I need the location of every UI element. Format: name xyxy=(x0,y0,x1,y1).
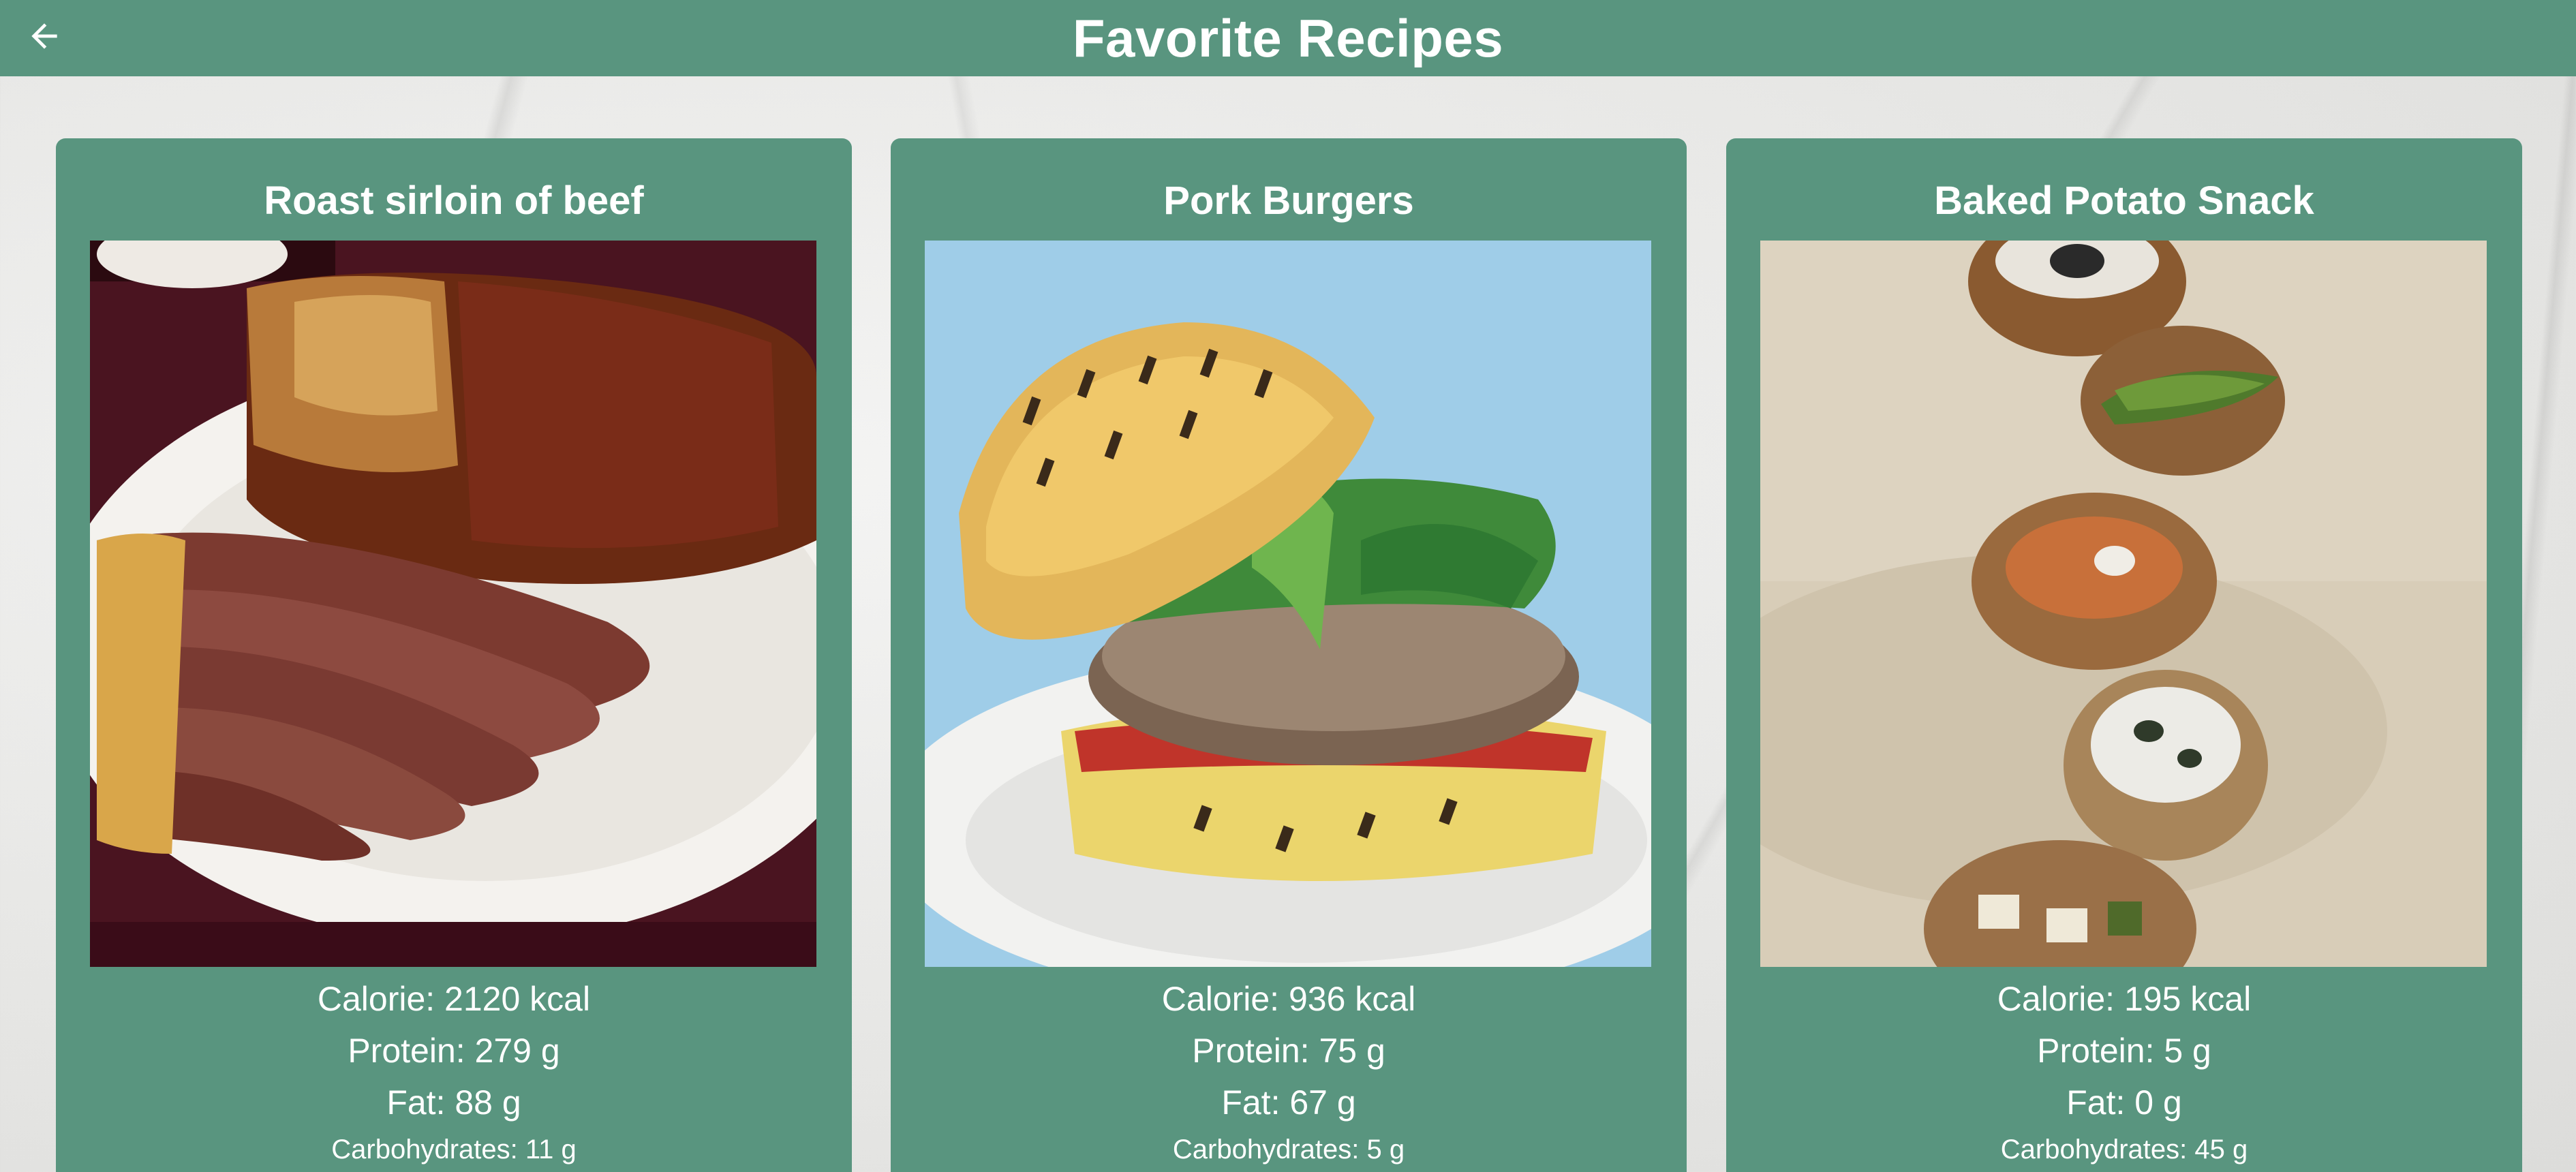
recipe-card-baked-potato[interactable]: Baked Potato Snack Calorie: 195 kcal Pro… xyxy=(1726,138,2522,1172)
top-app-bar: Favorite Recipes xyxy=(0,0,2576,76)
carbohydrates-value: Carbohydrates: 11 g xyxy=(331,1135,577,1165)
protein-value: Protein: 279 g xyxy=(348,1032,560,1070)
baked-potato-photo xyxy=(1760,241,2487,967)
carbohydrates-value: Carbohydrates: 5 g xyxy=(1172,1135,1405,1165)
recipe-card-roast-beef[interactable]: Roast sirloin of beef Calorie: 2120 kcal… xyxy=(56,138,852,1172)
carbohydrates-value: Carbohydrates: 45 g xyxy=(2000,1135,2248,1165)
recipe-title: Pork Burgers xyxy=(1163,179,1414,223)
calorie-value: Calorie: 2120 kcal xyxy=(317,980,591,1018)
fat-value: Fat: 88 g xyxy=(386,1083,521,1122)
recipe-title: Roast sirloin of beef xyxy=(264,179,644,223)
recipe-title: Baked Potato Snack xyxy=(1934,179,2314,223)
calorie-value: Calorie: 195 kcal xyxy=(1997,980,2252,1018)
fat-value: Fat: 67 g xyxy=(1221,1083,1356,1122)
page-title: Favorite Recipes xyxy=(1072,7,1504,68)
recipe-card-pork-burgers[interactable]: Pork Burgers Calorie: 936 kcal Protein: … xyxy=(891,138,1687,1172)
back-button[interactable] xyxy=(20,12,68,60)
protein-value: Protein: 5 g xyxy=(2037,1032,2211,1070)
protein-value: Protein: 75 g xyxy=(1192,1032,1385,1070)
arrow-left-icon xyxy=(31,23,57,49)
roast-beef-photo xyxy=(90,241,816,967)
calorie-value: Calorie: 936 kcal xyxy=(1161,980,1416,1018)
fat-value: Fat: 0 g xyxy=(2066,1083,2182,1122)
pork-burger-photo xyxy=(925,241,1651,967)
